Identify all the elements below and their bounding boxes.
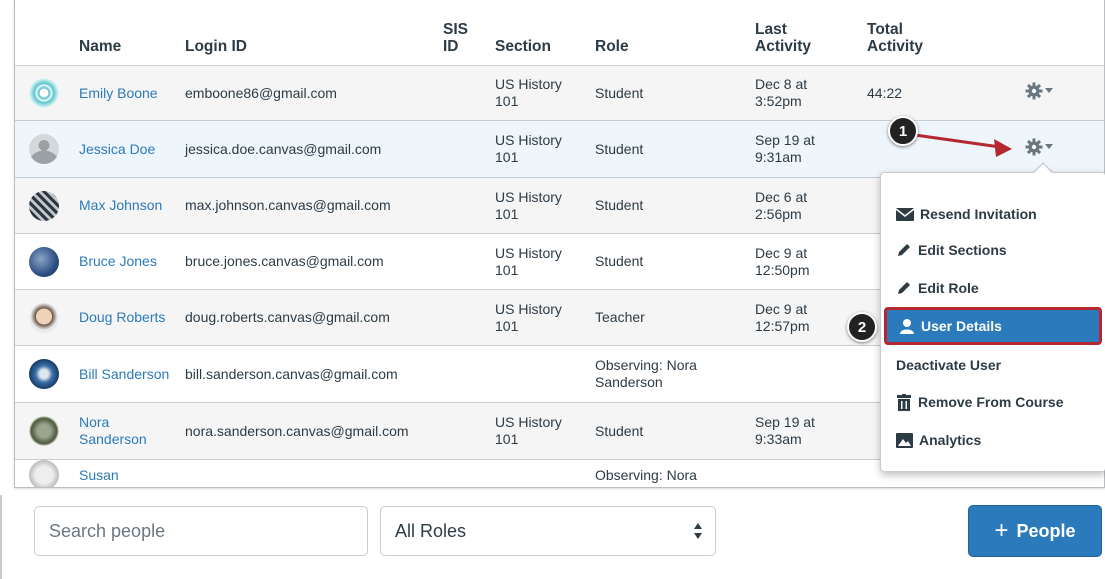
menu-item-edit-role[interactable]: Edit Role bbox=[887, 273, 1099, 303]
callout-2: 2 bbox=[847, 312, 877, 342]
menu-item-remove-from-course[interactable]: Remove From Course bbox=[887, 387, 1099, 417]
menu-item-label: Edit Sections bbox=[918, 242, 1007, 258]
menu-item-label: Remove From Course bbox=[918, 394, 1064, 410]
callout-arrow-head bbox=[994, 139, 1012, 157]
envelope-icon bbox=[896, 207, 914, 221]
menu-item-user-details[interactable]: User Details bbox=[884, 307, 1102, 345]
menu-item-resend-invitation[interactable]: Resend Invitation bbox=[887, 199, 1099, 229]
menu-item-label: Analytics bbox=[919, 432, 982, 448]
user-options-menu: Resend Invitation Edit Sections Edit Rol… bbox=[880, 172, 1105, 472]
menu-item-deactivate-user[interactable]: Deactivate User bbox=[887, 350, 1099, 380]
menu-item-label: User Details bbox=[921, 318, 1002, 334]
menu-item-analytics[interactable]: Analytics bbox=[887, 425, 1099, 455]
callout-arrow-line bbox=[914, 133, 1001, 149]
role-filter-select[interactable]: All Roles bbox=[380, 506, 716, 556]
menu-item-label: Edit Role bbox=[918, 280, 979, 296]
trash-icon bbox=[897, 393, 911, 411]
pencil-icon bbox=[898, 244, 910, 256]
role-filter-value: All Roles bbox=[395, 520, 467, 541]
callout-1: 1 bbox=[888, 116, 918, 146]
search-people-input[interactable] bbox=[34, 506, 368, 556]
add-people-button[interactable]: + People bbox=[968, 505, 1102, 557]
add-people-label: People bbox=[1016, 520, 1076, 541]
select-arrows-icon bbox=[694, 523, 702, 539]
menu-item-edit-sections[interactable]: Edit Sections bbox=[887, 235, 1099, 265]
image-icon bbox=[896, 432, 913, 448]
pencil-icon bbox=[898, 282, 910, 294]
user-icon bbox=[900, 319, 914, 334]
plus-icon: + bbox=[994, 517, 1009, 544]
menu-item-label: Deactivate User bbox=[896, 357, 1002, 373]
menu-caret-inner bbox=[1033, 164, 1053, 174]
menu-item-label: Resend Invitation bbox=[920, 206, 1037, 222]
